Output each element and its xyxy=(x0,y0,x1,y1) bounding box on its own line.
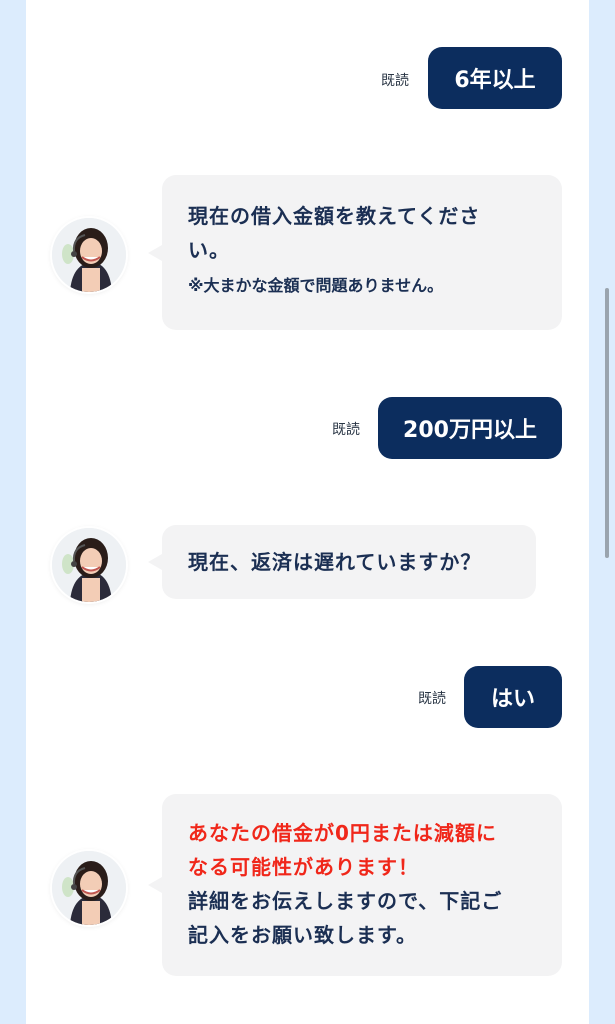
operator-avatar-icon xyxy=(52,851,126,925)
user-reply-bubble: はい xyxy=(464,666,562,728)
read-receipt: 既読 xyxy=(381,73,409,89)
scrollbar[interactable] xyxy=(605,288,609,558)
bot-message-note: ※大まかな金額で問題ありません。 xyxy=(188,276,444,295)
bot-message-bubble: 現在の借入金額を教えてくださ い。 ※大まかな金額で問題ありません。 xyxy=(148,175,562,330)
operator-avatar xyxy=(52,218,126,292)
operator-avatar-icon xyxy=(52,528,126,602)
user-reply-bubble: 6年以上 xyxy=(428,47,562,109)
bot-message-bubble: あなたの借金が0円または減額に なる可能性があります！ 詳細をお伝えしますので、… xyxy=(148,794,562,976)
user-reply-bubble: 200万円以上 xyxy=(378,397,562,459)
operator-avatar xyxy=(52,851,126,925)
read-receipt: 既読 xyxy=(332,422,360,438)
operator-avatar-icon xyxy=(52,218,126,292)
bot-message-line: 現在、返済は遅れていますか？ xyxy=(188,550,482,574)
bot-highlight-line: あなたの借金が0円または減額に xyxy=(188,821,497,845)
bot-message-line: 現在の借入金額を教えてくださ xyxy=(188,204,481,228)
bot-message-line: い。 xyxy=(188,238,230,262)
bot-message-bubble: 現在、返済は遅れていますか？ xyxy=(148,525,536,599)
read-receipt: 既読 xyxy=(418,691,446,707)
bot-message-line: 記入をお願い致します。 xyxy=(188,923,417,947)
bot-highlight-line: なる可能性があります！ xyxy=(188,855,419,879)
operator-avatar xyxy=(52,528,126,602)
bot-message-line: 詳細をお伝えしますので、下記ご xyxy=(188,889,503,913)
